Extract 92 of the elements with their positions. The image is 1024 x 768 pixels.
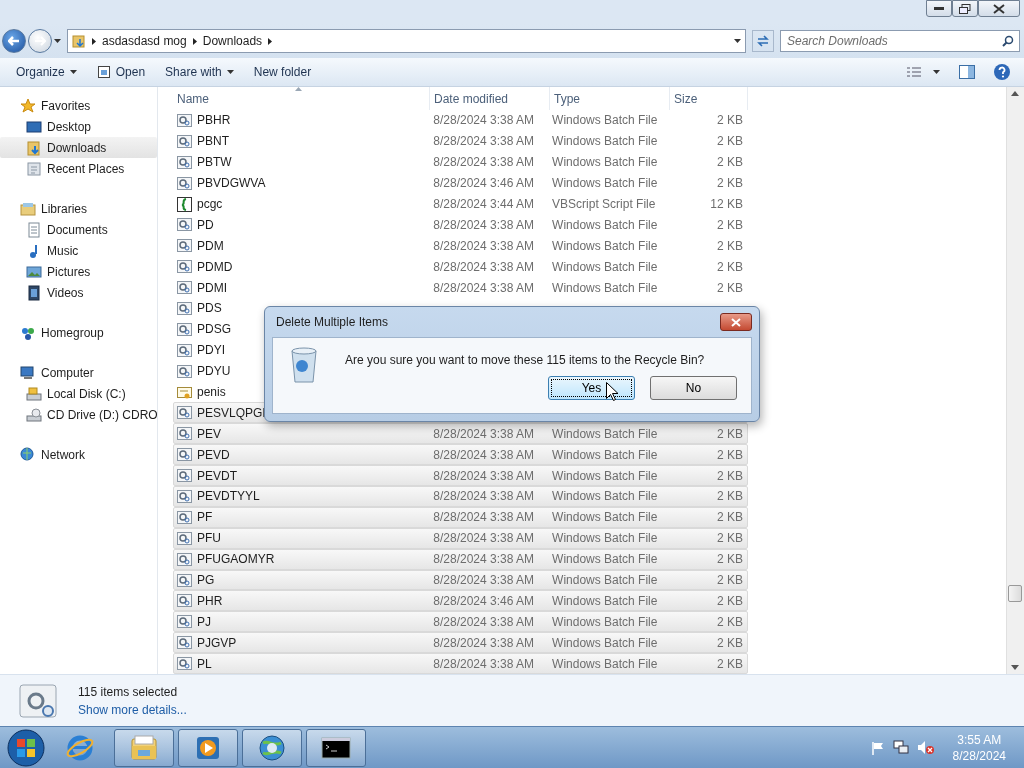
file-name: PEVDTYYL [197,489,260,504]
size-cell-text: 2 KB [716,593,744,608]
size-cell-text: 2 KB [716,155,744,170]
date-cell-text: 8/28/2024 3:38 AM [432,489,536,504]
date-cell-text: 8/28/2024 3:38 AM [432,468,536,483]
date-cell-text: 8/28/2024 3:38 AM [432,259,536,274]
selection-summary: 115 items selected [78,684,179,699]
type-cell-text: Windows Batch File [551,426,659,441]
type-cell-text: Windows Batch File [551,155,659,170]
file-name: PG [197,573,215,588]
size-cell-text: 2 KB [716,238,744,253]
date-cell-text: 8/28/2024 3:38 AM [432,552,536,567]
file-name: PEVDT [197,468,237,483]
date-cell-text: 8/28/2024 3:38 AM [432,656,536,671]
file-name: PBVDGWVA [197,176,266,191]
file-name: PDYU [197,364,231,379]
type-cell-text: Windows Batch File [551,447,659,462]
date-cell-text: 8/28/2024 3:38 AM [432,635,536,650]
file-name: PBTW [197,155,232,170]
type-cell-text: Windows Batch File [551,552,659,567]
type-cell-text: Windows Batch File [551,635,659,650]
type-cell-text: Windows Batch File [551,614,659,629]
file-name: penis [197,385,226,399]
size-cell-text: 2 KB [716,280,744,295]
date-cell-text: 8/28/2024 3:38 AM [432,134,536,149]
size-cell-text: 2 KB [716,614,744,629]
file-name: PD [197,217,214,232]
date-cell-text: 8/28/2024 3:38 AM [432,426,536,441]
file-name: PJ [197,614,211,629]
size-cell-text: 2 KB [716,552,744,567]
type-cell-text: Windows Batch File [551,259,659,274]
size-cell-text: 2 KB [716,259,744,274]
size-cell-text: 2 KB [716,176,744,191]
file-name: PEV [197,426,221,441]
file-name: PHR [197,593,223,608]
file-name: PEVD [197,447,230,462]
size-cell-text: 2 KB [716,510,744,525]
type-cell-text: Windows Batch File [551,656,659,671]
type-cell-text: Windows Batch File [551,531,659,546]
size-cell-text: 2 KB [716,656,744,671]
type-cell-text: Windows Batch File [551,134,659,149]
date-cell-text: 8/28/2024 3:46 AM [432,593,536,608]
size-cell-text: 2 KB [716,217,744,232]
file-name: PFU [197,531,221,546]
file-name: PDMI [197,280,227,295]
date-cell-text: 8/28/2024 3:38 AM [432,155,536,170]
date-cell-text: 8/28/2024 3:44 AM [432,197,536,211]
type-cell-text: Windows Batch File [551,573,659,588]
type-cell-text: Windows Batch File [551,489,659,504]
file-name: PDS [197,301,222,316]
dialog-message: Are you sure you want to move these 115 items to the Recycle Bin? [345,352,705,367]
dialog-title: Delete Multiple Items [276,315,389,329]
size-cell-text: 2 KB [716,468,744,483]
type-cell-text: Windows Batch File [551,510,659,525]
size-cell-text: 2 KB [716,635,744,650]
date-cell-text: 8/28/2024 3:38 AM [432,238,536,253]
type-cell-text: Windows Batch File [551,176,659,191]
size-cell-text: 2 KB [716,426,744,441]
size-cell-text: 2 KB [716,573,744,588]
size-cell-text: 2 KB [716,113,744,128]
type-cell-text: Windows Batch File [551,468,659,483]
date-cell-text: 8/28/2024 3:38 AM [432,113,536,128]
file-name: PDM [197,238,224,253]
type-cell-text: Windows Batch File [551,113,659,128]
size-cell-text: 2 KB [716,447,744,462]
date-cell-text: 8/28/2024 3:38 AM [432,531,536,546]
type-cell-text: VBScript Script File [551,197,657,211]
date-cell-text: 8/28/2024 3:38 AM [432,573,536,588]
size-cell-text: 12 KB [709,197,744,211]
date-cell-text: 8/28/2024 3:38 AM [432,217,536,232]
file-name: PDYI [197,343,225,358]
file-name: PF [197,510,213,525]
file-name: pcgc [197,197,223,211]
file-name: PBNT [197,134,229,149]
file-name: PDSG [197,322,231,337]
type-cell-text: Windows Batch File [551,217,659,232]
size-cell-text: 2 KB [716,489,744,504]
file-name: PFUGAOMYR [197,552,275,567]
date-cell-text: 8/28/2024 3:38 AM [432,510,536,525]
type-cell-text: Windows Batch File [551,593,659,608]
file-name: PJGVP [197,635,237,650]
file-name: PBHR [197,113,231,128]
date-cell-text: 8/28/2024 3:38 AM [432,280,536,295]
type-cell-text: Windows Batch File [551,238,659,253]
file-name: PDMD [197,259,233,274]
date-cell-text: 8/28/2024 3:46 AM [432,176,536,191]
file-name: PL [197,656,212,671]
date-cell-text: 8/28/2024 3:38 AM [432,614,536,629]
size-cell-text: 2 KB [716,531,744,546]
size-cell-text: 2 KB [716,134,744,149]
date-cell-text: 8/28/2024 3:38 AM [432,447,536,462]
type-cell-text: Windows Batch File [551,280,659,295]
